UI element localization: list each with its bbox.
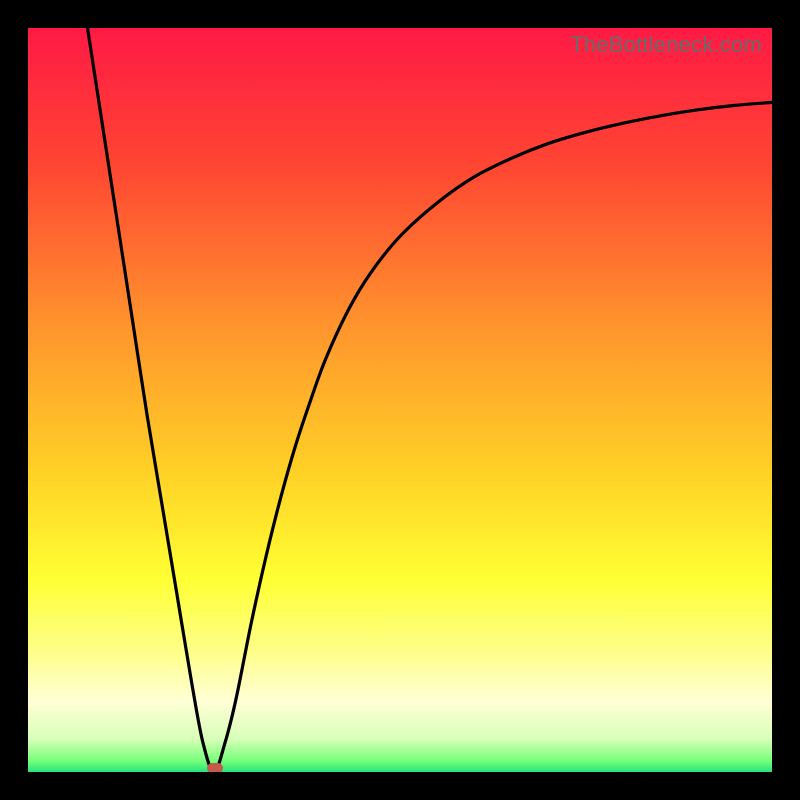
optimum-marker bbox=[207, 763, 223, 772]
plot-area: TheBottleneck.com bbox=[28, 28, 772, 772]
bottleneck-curve bbox=[28, 28, 772, 772]
watermark-text: TheBottleneck.com bbox=[570, 32, 762, 58]
chart-frame: TheBottleneck.com bbox=[0, 0, 800, 800]
